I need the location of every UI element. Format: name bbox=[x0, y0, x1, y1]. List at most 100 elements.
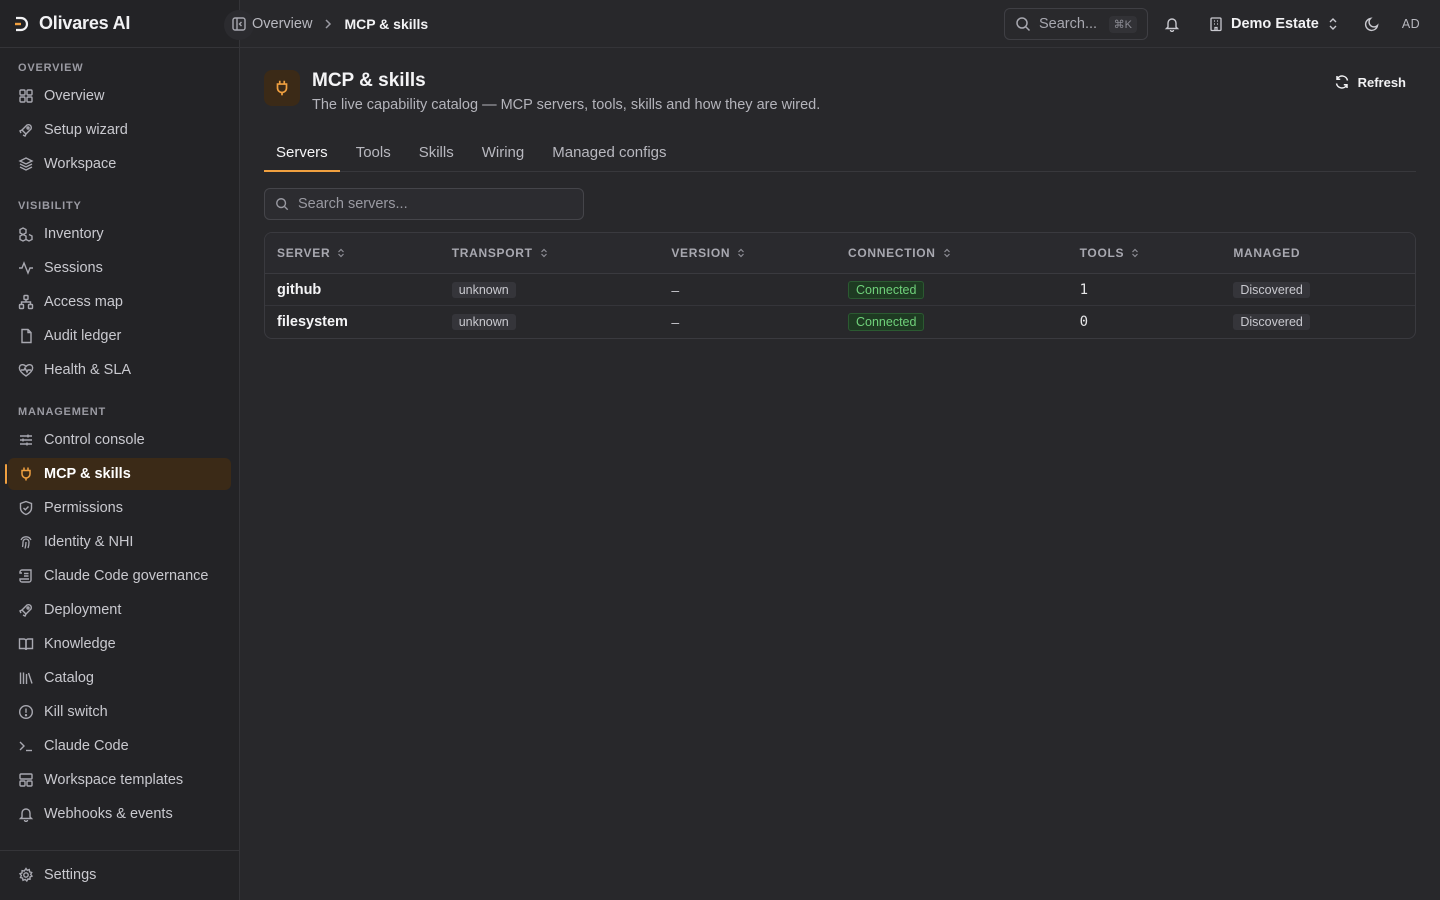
sidebar-item-label: Settings bbox=[44, 867, 97, 883]
chevrons-up-down-icon bbox=[1326, 17, 1340, 31]
gear-icon bbox=[18, 867, 34, 883]
layers-icon bbox=[18, 156, 34, 172]
sidebar-item-claude-code-governance[interactable]: Claude Code governance bbox=[8, 560, 231, 592]
cell-tools: 1 bbox=[1079, 281, 1089, 298]
table-header: SERVER TRANSPORT VERSION CONNECTION TOOL… bbox=[265, 233, 1415, 274]
network-icon bbox=[18, 294, 34, 310]
refresh-button[interactable]: Refresh bbox=[1324, 70, 1416, 94]
sidebar-item-catalog[interactable]: Catalog bbox=[8, 662, 231, 694]
tab-servers[interactable]: Servers bbox=[264, 138, 340, 172]
nav-group-label: VISIBILITY bbox=[18, 200, 82, 212]
sidebar-item-sessions[interactable]: Sessions bbox=[8, 252, 231, 284]
sidebar-item-label: Identity & NHI bbox=[44, 534, 134, 550]
sidebar-item-identity-nhi[interactable]: Identity & NHI bbox=[8, 526, 231, 558]
shield-check-icon bbox=[18, 500, 34, 516]
sidebar-item-label: Setup wizard bbox=[44, 122, 128, 138]
theme-toggle-button[interactable] bbox=[1362, 14, 1382, 34]
column-header-label: TRANSPORT bbox=[451, 246, 533, 260]
rocket-icon bbox=[18, 122, 34, 138]
bell-icon bbox=[18, 806, 34, 822]
sidebar-item-claude-code[interactable]: Claude Code bbox=[8, 730, 231, 762]
sort-icon bbox=[336, 248, 346, 258]
avatar[interactable]: AD bbox=[1396, 10, 1426, 38]
status-badge: Connected bbox=[848, 313, 925, 331]
sidebar-item-mcp-skills[interactable]: MCP & skills bbox=[5, 458, 231, 490]
column-header-version[interactable]: VERSION bbox=[659, 246, 836, 260]
sidebar-item-permissions[interactable]: Permissions bbox=[8, 492, 231, 524]
search-icon bbox=[275, 197, 289, 211]
sidebar-item-label: Permissions bbox=[44, 500, 123, 516]
global-search-button[interactable]: Search... ⌘K bbox=[1004, 8, 1148, 40]
sidebar-item-access-map[interactable]: Access map bbox=[8, 286, 231, 318]
server-search-input[interactable]: Search servers... bbox=[264, 188, 584, 220]
column-header-server[interactable]: SERVER bbox=[265, 246, 440, 260]
sidebar-item-label: Webhooks & events bbox=[44, 806, 173, 822]
tab-tools[interactable]: Tools bbox=[344, 138, 403, 172]
file-icon bbox=[18, 328, 34, 344]
sidebar-toggle-button[interactable] bbox=[224, 10, 254, 40]
refresh-label: Refresh bbox=[1357, 74, 1406, 90]
sidebar-item-label: Knowledge bbox=[44, 636, 116, 652]
sidebar-item-inventory[interactable]: Inventory bbox=[8, 218, 231, 250]
column-header-label: VERSION bbox=[671, 246, 731, 260]
sort-icon bbox=[1130, 248, 1140, 258]
tenant-switcher[interactable]: Demo Estate bbox=[1208, 0, 1340, 48]
sidebar-item-knowledge[interactable]: Knowledge bbox=[8, 628, 231, 660]
column-header-tools[interactable]: TOOLS bbox=[1068, 246, 1222, 260]
sidebar-item-setup-wizard[interactable]: Setup wizard bbox=[8, 114, 231, 146]
sidebar-item-deployment[interactable]: Deployment bbox=[8, 594, 231, 626]
sidebar-item-label: Audit ledger bbox=[44, 328, 122, 344]
sidebar-item-kill-switch[interactable]: Kill switch bbox=[8, 696, 231, 728]
sidebar-item-workspace-templates[interactable]: Workspace templates bbox=[8, 764, 231, 796]
cell-server: github bbox=[277, 281, 322, 298]
nav-group-management: MANAGEMENT Control console MCP & skills … bbox=[0, 402, 239, 830]
tab-managed-configs[interactable]: Managed configs bbox=[540, 138, 678, 172]
status-badge: Connected bbox=[848, 280, 925, 299]
heart-pulse-icon bbox=[18, 362, 34, 378]
breadcrumb-link-overview[interactable]: Overview bbox=[252, 16, 312, 32]
notifications-button[interactable] bbox=[1162, 14, 1182, 34]
sidebar: Olivares AI OVERVIEW Overview Setup wiza… bbox=[0, 0, 240, 900]
grid-icon bbox=[18, 88, 34, 104]
sidebar-item-control-console[interactable]: Control console bbox=[8, 424, 231, 456]
sidebar-item-settings[interactable]: Settings bbox=[8, 859, 231, 891]
column-header-transport[interactable]: TRANSPORT bbox=[440, 246, 660, 260]
column-header-connection[interactable]: CONNECTION bbox=[836, 246, 1068, 260]
tab-bar: Servers Tools Skills Wiring Managed conf… bbox=[264, 138, 1416, 172]
rocket-icon bbox=[18, 602, 34, 618]
alert-circle-icon bbox=[18, 704, 34, 720]
table-row[interactable]: filesystem unknown – Connected 0 Discove… bbox=[265, 306, 1415, 338]
page-header: MCP & skills The live capability catalog… bbox=[264, 48, 1416, 138]
table-row[interactable]: github unknown – Connected 1 Discovered bbox=[265, 274, 1415, 306]
terminal-icon bbox=[18, 738, 34, 754]
sidebar-item-workspace[interactable]: Workspace bbox=[8, 148, 231, 180]
sidebar-item-audit-ledger[interactable]: Audit ledger bbox=[8, 320, 231, 352]
refresh-icon bbox=[1334, 74, 1350, 90]
tab-skills[interactable]: Skills bbox=[407, 138, 466, 172]
sidebar-item-health-sla[interactable]: Health & SLA bbox=[8, 354, 231, 386]
shortcut-badge: ⌘K bbox=[1108, 15, 1137, 33]
building-icon bbox=[1208, 16, 1224, 32]
cell-transport: unknown bbox=[440, 314, 660, 330]
tab-wiring[interactable]: Wiring bbox=[470, 138, 537, 172]
sidebar-item-webhooks-events[interactable]: Webhooks & events bbox=[8, 798, 231, 830]
sidebar-item-label: Health & SLA bbox=[44, 362, 132, 378]
brand[interactable]: Olivares AI bbox=[0, 0, 239, 48]
cell-managed: Discovered bbox=[1221, 281, 1415, 298]
sidebar-item-overview[interactable]: Overview bbox=[8, 80, 231, 112]
sidebar-item-label: Workspace bbox=[44, 156, 117, 172]
plug-icon bbox=[264, 70, 300, 106]
fingerprint-icon bbox=[18, 534, 34, 550]
boxes-icon bbox=[18, 226, 34, 242]
main-content: MCP & skills The live capability catalog… bbox=[264, 48, 1416, 339]
cell-tools: 0 bbox=[1079, 314, 1089, 330]
sidebar-item-label: Sessions bbox=[44, 260, 103, 276]
sort-icon bbox=[736, 248, 746, 258]
sidebar-nav: OVERVIEW Overview Setup wizard Workspace… bbox=[0, 48, 239, 830]
bell-icon bbox=[1164, 16, 1180, 32]
plug-icon bbox=[18, 466, 34, 482]
topbar: Overview MCP & skills Search... ⌘K Demo … bbox=[224, 0, 1440, 48]
sidebar-item-label: Inventory bbox=[44, 226, 104, 242]
scroll-icon bbox=[18, 568, 34, 584]
column-header-label: SERVER bbox=[277, 246, 331, 260]
